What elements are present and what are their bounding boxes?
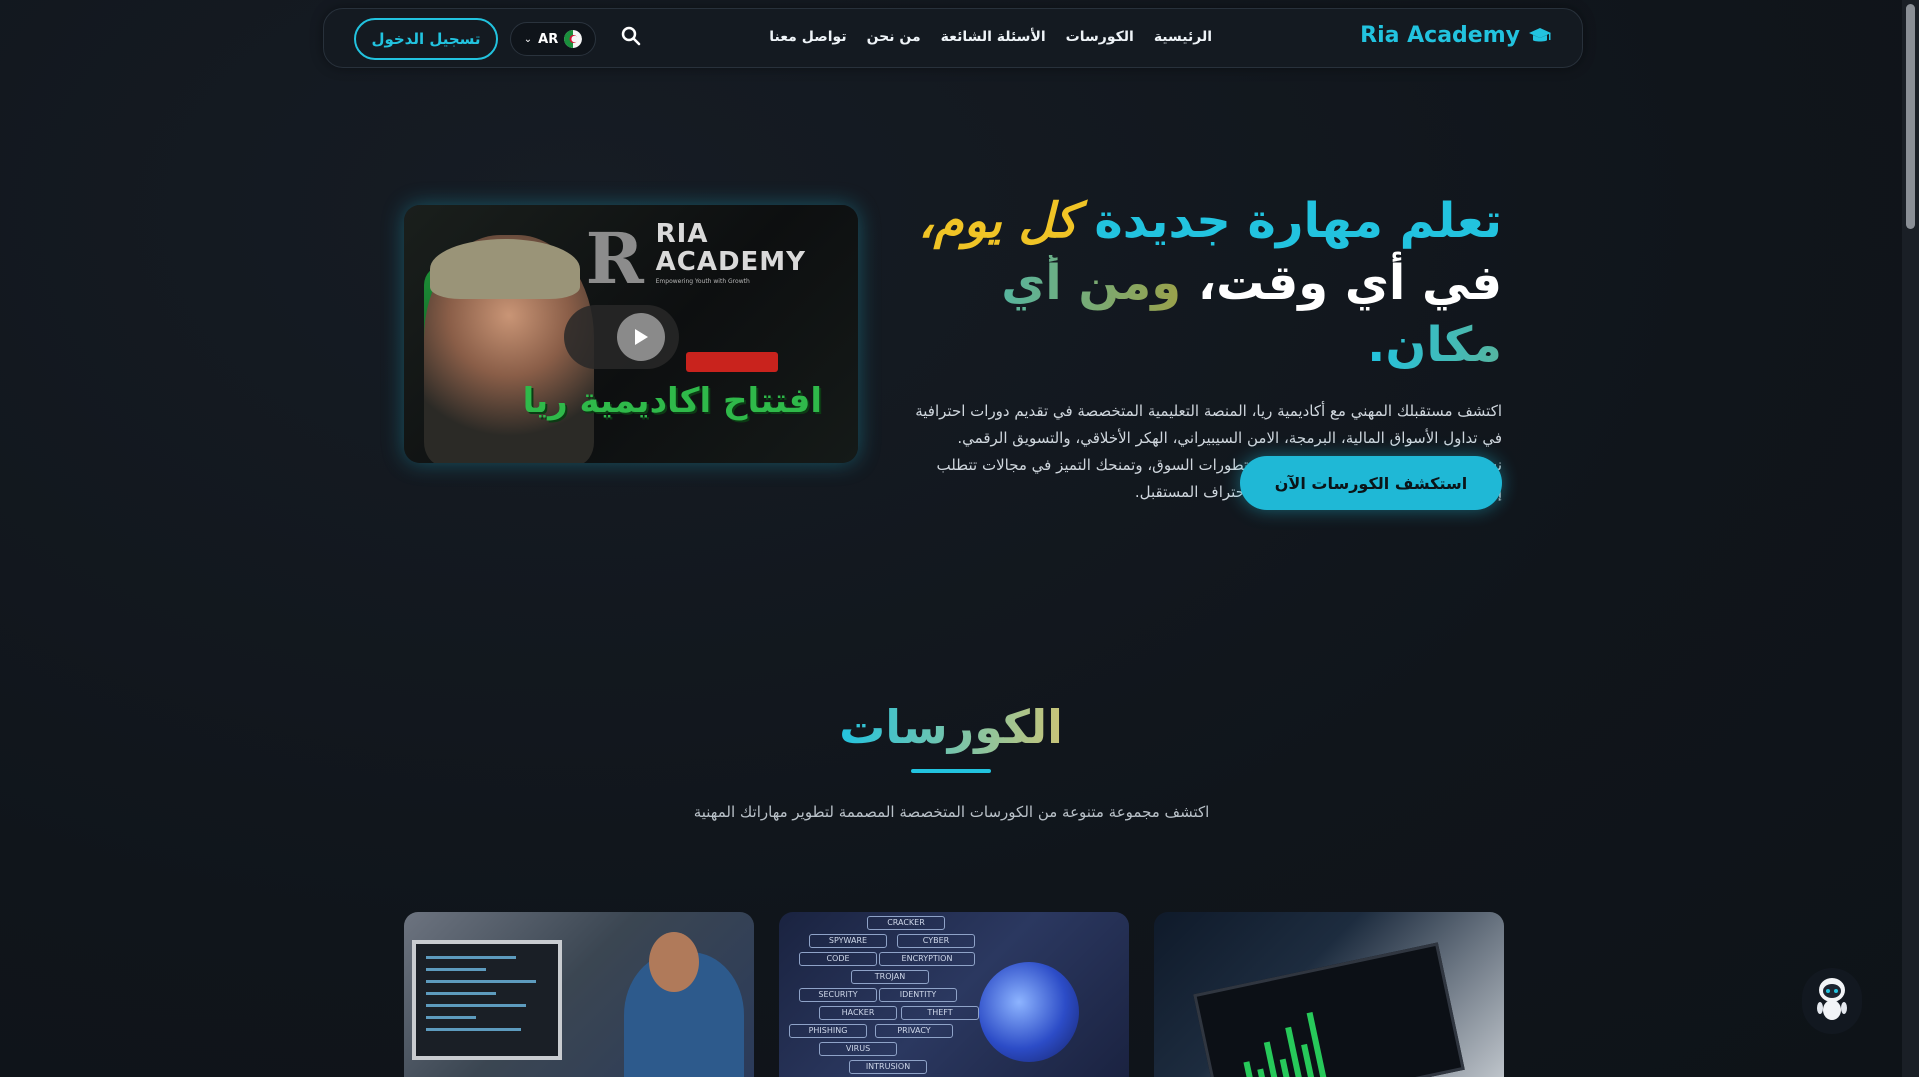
card-image-monitor — [412, 940, 562, 1060]
card-image-head — [649, 932, 699, 992]
nav-about[interactable]: من نحن — [867, 29, 921, 45]
code-line — [426, 980, 536, 983]
card-tag: INTRUSION — [849, 1060, 927, 1074]
nav-contact[interactable]: تواصل معنا — [769, 29, 846, 45]
thumbnail-red-tag — [686, 352, 778, 372]
nav-links: الرئيسية الكورسات الأسئلة الشائعة من نحن… — [769, 29, 1212, 45]
language-switcher[interactable]: ⌄ AR — [510, 22, 596, 56]
course-card-cybersecurity[interactable]: CRACKER SPYWARE CYBER CODE ENCRYPTION TR… — [779, 912, 1129, 1077]
card-tag: HACKER — [819, 1006, 897, 1020]
graduation-cap-icon — [1528, 27, 1552, 45]
thumbnail-logo-text-2: ACADEMY — [655, 247, 806, 277]
courses-title-text: الكورسات — [839, 700, 1063, 754]
thumbnail-cap — [430, 239, 580, 299]
card-tag: THEFT — [901, 1006, 979, 1020]
card-tag: IDENTITY — [879, 988, 957, 1002]
card-tag: ENCRYPTION — [879, 952, 975, 966]
course-card-trading[interactable] — [1154, 912, 1504, 1077]
code-line — [426, 992, 496, 995]
brand-name[interactable]: Ria Academy — [1360, 23, 1520, 48]
code-line — [426, 968, 486, 971]
algeria-flag-icon — [564, 30, 583, 48]
title-underline — [911, 769, 991, 773]
page-scrollbar[interactable] — [1902, 0, 1919, 1077]
card-image-tablet — [1193, 942, 1465, 1077]
course-card-programming[interactable] — [404, 912, 754, 1077]
play-button[interactable] — [564, 305, 679, 369]
code-line — [426, 956, 516, 959]
card-tag: PHISHING — [789, 1024, 867, 1038]
nav-faq[interactable]: الأسئلة الشائعة — [941, 29, 1046, 45]
chatbot-button[interactable] — [1802, 968, 1862, 1034]
thumbnail-logo-tagline: Empowering Youth with Growth — [655, 278, 750, 285]
thumbnail-logo-text-1: RIA — [655, 219, 709, 249]
code-line — [426, 1016, 476, 1019]
chevron-down-icon: ⌄ — [523, 33, 533, 45]
search-icon[interactable] — [621, 26, 641, 50]
card-tag: CRACKER — [867, 916, 945, 930]
thumbnail-logo: R RIA ACADEMY Empowering Youth with Grow… — [586, 219, 806, 294]
card-tag: TROJAN — [851, 970, 929, 984]
nav-courses[interactable]: الكورسات — [1066, 29, 1134, 45]
card-tag: CYBER — [897, 934, 975, 948]
login-button[interactable]: تسجيل الدخول — [354, 18, 498, 60]
headline-part-2: كل يوم، — [918, 193, 1078, 249]
card-tag: SECURITY — [799, 988, 877, 1002]
thumbnail-logo-mark: R — [585, 217, 644, 300]
nav-home[interactable]: الرئيسية — [1154, 29, 1212, 45]
card-image-globe — [979, 962, 1079, 1062]
play-icon — [617, 313, 665, 361]
intro-video[interactable]: R RIA ACADEMY Empowering Youth with Grow… — [404, 205, 858, 463]
code-line — [426, 1028, 521, 1031]
headline-part-3: في أي وقت، — [1197, 255, 1502, 311]
robot-icon — [1811, 974, 1853, 1028]
hero-headline: تعلم مهارة جديدة كل يوم، في أي وقت، ومن … — [902, 190, 1502, 376]
scrollbar-thumb[interactable] — [1906, 4, 1915, 229]
code-line — [426, 1004, 526, 1007]
thumbnail-title: افتتاح اكاديمية ريا — [522, 381, 822, 421]
language-code: AR — [538, 31, 559, 47]
courses-title: الكورسات — [0, 700, 1902, 754]
card-tag: SPYWARE — [809, 934, 887, 948]
brand[interactable]: Ria Academy — [1360, 23, 1552, 48]
headline-part-1: تعلم مهارة جديدة — [1094, 193, 1502, 249]
card-tag: VIRUS — [819, 1042, 897, 1056]
card-tag: PRIVACY — [875, 1024, 953, 1038]
courses-subtitle: اكتشف مجموعة متنوعة من الكورسات المتخصصة… — [693, 803, 1210, 821]
explore-courses-button[interactable]: استكشف الكورسات الآن — [1240, 456, 1502, 510]
navbar: Ria Academy الرئيسية الكورسات الأسئلة ال… — [323, 8, 1583, 68]
card-tag: CODE — [799, 952, 877, 966]
